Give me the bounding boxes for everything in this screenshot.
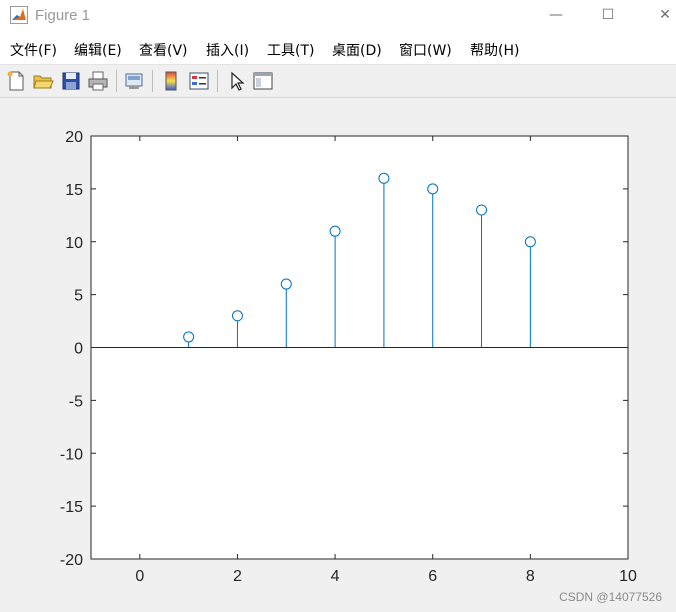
x-tick-label: 10 [619,568,637,585]
menu-file[interactable]: 文件(F) [10,40,57,60]
menu-tools[interactable]: 工具(T) [267,40,314,60]
legend-icon[interactable] [188,70,210,92]
y-tick-label: 15 [65,182,83,199]
toolbar-separator [152,70,153,92]
y-tick-label: 5 [74,288,83,305]
link-plot-icon[interactable] [123,70,145,92]
y-tick-label: 10 [65,235,83,252]
x-tick-label: 2 [233,568,242,585]
toolbar-separator [217,70,218,92]
y-tick-label: -20 [60,552,83,569]
x-tick-label: 6 [428,568,437,585]
menu-help[interactable]: 帮助(H) [470,40,519,60]
x-tick-label: 0 [135,568,144,585]
menu-bar: 文件(F) 编辑(E) 查看(V) 插入(I) 工具(T) 桌面(D) 窗口(W… [0,33,676,64]
close-button[interactable]: ✕ [645,4,676,28]
y-tick-label: 20 [65,129,83,146]
watermark-text: CSDN @14077526 [559,590,662,604]
y-tick-label: 0 [74,341,83,358]
menu-edit[interactable]: 编辑(E) [74,40,122,60]
menu-desktop[interactable]: 桌面(D) [332,40,382,60]
colorbar-icon[interactable] [160,70,182,92]
save-icon[interactable] [60,70,82,92]
menu-window[interactable]: 窗口(W) [399,40,452,60]
x-tick-label: 8 [526,568,535,585]
x-tick-label: 4 [331,568,340,585]
title-bar: Figure 1 — ☐ ✕ [0,0,676,33]
y-tick-label: -10 [60,446,83,463]
maximize-button[interactable]: ☐ [588,4,628,28]
property-editor-icon[interactable] [252,70,274,92]
menu-view[interactable]: 查看(V) [139,40,188,60]
open-file-icon[interactable] [32,70,54,92]
new-figure-icon[interactable] [5,70,27,92]
minimize-button[interactable]: — [536,4,576,28]
print-icon[interactable] [87,70,109,92]
toolbar-separator [116,70,117,92]
window-title: Figure 1 [35,7,91,24]
figure-toolbar [0,64,676,98]
menu-insert[interactable]: 插入(I) [206,40,249,60]
pointer-icon[interactable] [226,70,248,92]
stem-plot: 0 2 4 6 8 10 -20 -15 -10 -5 0 5 10 15 20 [60,129,637,585]
matlab-logo-icon [10,6,28,24]
y-tick-label: -5 [69,393,83,410]
y-tick-label: -15 [60,499,83,516]
